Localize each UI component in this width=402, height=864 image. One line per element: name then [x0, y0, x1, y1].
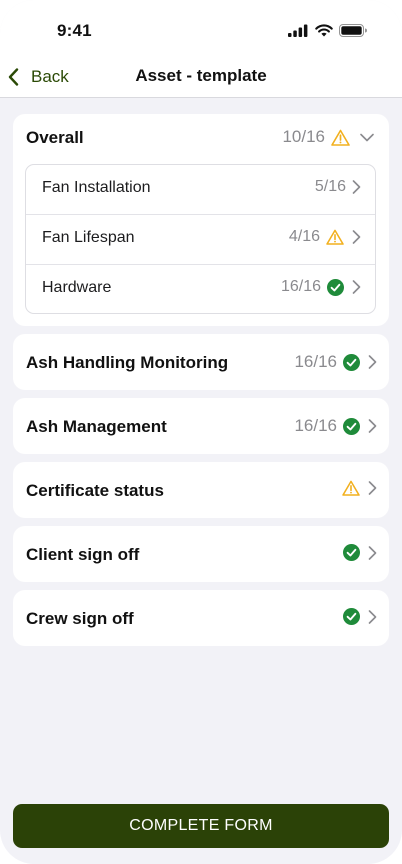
section-count: 16/16 — [294, 352, 337, 371]
subitem-count: 5/16 — [314, 178, 346, 195]
section-ash-management[interactable]: Ash Management 16/16 — [13, 398, 389, 454]
section-label: Ash Handling Monitoring — [26, 353, 229, 372]
overall-label: Overall — [26, 128, 84, 147]
overall-count: 10/16 — [282, 127, 325, 146]
section-crew-sign-off[interactable]: Crew sign off — [13, 590, 389, 646]
warning-icon — [331, 129, 350, 146]
subitem-count: 4/16 — [288, 228, 320, 245]
overall-section: Overall 10/16 Fan Installation 5/16 Fan … — [13, 114, 389, 326]
subitem-fan-installation[interactable]: Fan Installation 5/16 — [26, 165, 375, 215]
section-label: Client sign off — [26, 545, 140, 564]
section-count: 16/16 — [294, 416, 337, 435]
section-label: Certificate status — [26, 481, 164, 500]
check-circle-icon — [343, 544, 360, 561]
chevron-right-icon — [368, 609, 377, 624]
battery-icon — [339, 24, 367, 37]
section-label: Ash Management — [26, 417, 167, 436]
chevron-right-icon — [352, 280, 361, 294]
subitem-label: Hardware — [42, 279, 112, 296]
page-title: Asset - template — [135, 66, 267, 85]
section-client-sign-off[interactable]: Client sign off — [13, 526, 389, 582]
cellular-signal-icon — [288, 24, 308, 37]
subitem-fan-lifespan[interactable]: Fan Lifespan 4/16 — [26, 215, 375, 265]
warning-icon — [326, 229, 344, 245]
warning-icon — [342, 480, 360, 496]
subitem-label: Fan Lifespan — [42, 229, 135, 246]
chevron-right-icon — [368, 355, 377, 369]
app-screen: 9:41 Back Asset - template Overall 10/16… — [0, 0, 402, 864]
chevron-right-icon — [368, 481, 377, 495]
check-circle-icon — [343, 608, 360, 625]
chevron-down-icon — [360, 133, 374, 141]
subitem-count: 16/16 — [280, 278, 321, 295]
check-circle-icon — [343, 417, 360, 435]
check-circle-icon — [343, 353, 360, 371]
chevron-right-icon — [352, 230, 361, 244]
complete-form-button[interactable]: COMPLETE FORM — [13, 804, 389, 848]
chevron-right-icon — [352, 180, 361, 194]
overall-header[interactable]: Overall 10/16 — [13, 114, 389, 162]
overall-subitems: Fan Installation 5/16 Fan Lifespan 4/16 — [25, 164, 376, 314]
subitem-hardware[interactable]: Hardware 16/16 — [26, 265, 375, 313]
header: 9:41 Back Asset - template — [0, 0, 402, 98]
chevron-right-icon — [368, 419, 377, 433]
check-circle-icon — [327, 278, 344, 296]
status-time: 9:41 — [57, 21, 92, 40]
subitem-label: Fan Installation — [42, 179, 151, 196]
chevron-right-icon — [368, 545, 377, 560]
section-ash-handling-monitoring[interactable]: Ash Handling Monitoring 16/16 — [13, 334, 389, 390]
section-label: Crew sign off — [26, 609, 134, 628]
section-certificate-status[interactable]: Certificate status — [13, 462, 389, 518]
wifi-icon — [315, 24, 333, 37]
